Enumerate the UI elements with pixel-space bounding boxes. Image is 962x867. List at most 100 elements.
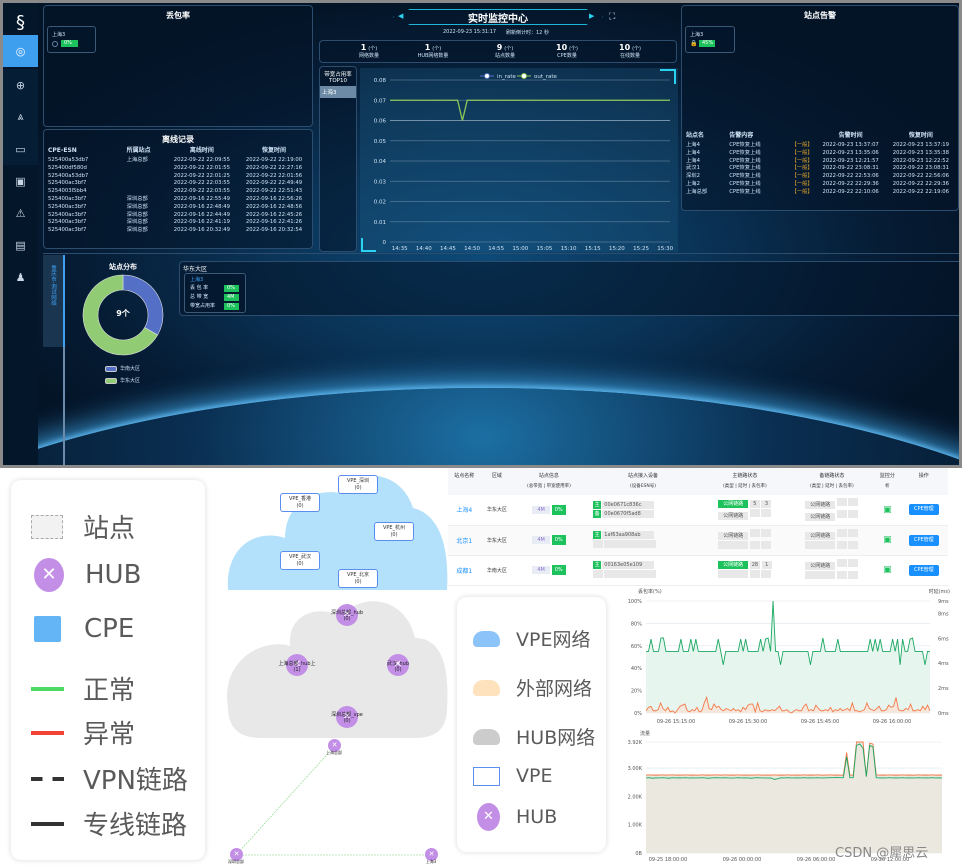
cell: 2022-09-22 22:53:06 xyxy=(822,173,879,180)
monitor-analysis-icon[interactable]: ▣ xyxy=(875,495,900,526)
link-latency xyxy=(749,529,760,537)
device-icon[interactable]: ▭ xyxy=(3,133,38,165)
node-name: VPE_北京 xyxy=(346,572,370,578)
site-name-link[interactable]: 北京1 xyxy=(448,525,481,556)
cpe-manage-button[interactable]: CPE管理 xyxy=(908,504,939,516)
cell: 2022-09-23 13:35:06 xyxy=(822,149,879,156)
table-row: 上海4 CPE恢复上线 【一般】 2022-09-23 13:37:07 2022-09… xyxy=(686,142,956,150)
y-tick-label: 1.00K xyxy=(628,823,643,829)
header-subtitle: (设备ESN号) xyxy=(629,484,657,489)
legend-label: VPE xyxy=(516,765,553,787)
node-count: (0) xyxy=(354,485,362,491)
stat-value: 1 xyxy=(424,43,431,52)
region-site-card[interactable]: 上海3 丢 包 率 0% 总 带 宽 4M 带宽占用率 0% xyxy=(184,273,246,313)
alarm-site-card[interactable]: 上海3 🔒 45% xyxy=(685,26,735,53)
panel-title: 站点告警 xyxy=(804,11,836,20)
y-tick-label-right: 4ms xyxy=(938,661,949,667)
vertical-tab[interactable]: 重庆市-测试网络 xyxy=(43,255,63,347)
list-item[interactable]: 上海3 xyxy=(320,86,356,98)
monitoring-dashboard: § ◎ ⊕ ⩓ ▭ ▣ ⚠ ▤ ♟ 丢包率 上海3 0% 离线记录 CPE-ES… xyxy=(0,0,962,468)
watermark: CSDN @犀思云 xyxy=(835,846,929,861)
vpe-node[interactable]: VPE_北京 (0) xyxy=(338,569,378,588)
device-esn: 1af63aa908ab xyxy=(602,530,655,539)
vpe-node[interactable]: VPE_深圳 (0) xyxy=(338,475,378,494)
legend-item-east[interactable]: 华东大区 xyxy=(105,377,140,384)
next-arrow-icon[interactable]: ▶ xyxy=(589,12,594,20)
col-header: CPE-ESN xyxy=(48,147,77,154)
normal-line-icon xyxy=(31,686,64,691)
table-row: 上海4 CPE恢复上线 【一般】 2022-09-23 13:35:06 2022-09… xyxy=(686,150,956,158)
cell: 525400ac3bf7 xyxy=(48,211,87,218)
legend-label: 华南大区 xyxy=(120,366,141,372)
cell: 525400df580d xyxy=(48,164,87,171)
y-tick-label: 0.02 xyxy=(374,200,386,206)
cell: 上海总部 xyxy=(126,157,148,163)
x-tick-label: 14:50 xyxy=(464,246,480,252)
region-metrics: 丢 包 率 0% 总 带 宽 4M 带宽占用率 0% xyxy=(190,284,239,311)
vpe-node[interactable]: VPE_杭州 (0) xyxy=(374,522,414,541)
cell: 2022-09-16 20:32:54 xyxy=(245,227,303,234)
table-row: 武汉1 CPE恢复上线 【一般】 2022-09-22 23:08:31 2022-09… xyxy=(686,165,956,173)
hub-icon: ✕ xyxy=(34,558,64,592)
alarm-level: 【一般】 xyxy=(791,188,813,195)
fullscreen-icon[interactable]: ⛶ xyxy=(609,12,615,22)
col-header xyxy=(789,130,816,142)
monitor-icon[interactable]: ▤ xyxy=(3,229,38,261)
legend-swatch xyxy=(105,365,117,372)
legend-site: 站点 xyxy=(31,508,135,545)
site-name-link[interactable]: 上海4 xyxy=(448,495,481,526)
bandwidth-badge: 4M xyxy=(532,505,551,514)
cell: 2022-09-23 12:22:52 xyxy=(892,157,950,164)
alarm-icon[interactable]: ⚠ xyxy=(3,197,38,229)
header-title: 主链路状态 xyxy=(732,473,758,479)
monitor-analysis-icon[interactable]: ▣ xyxy=(875,555,900,586)
cpe-manage-button[interactable]: CPE管理 xyxy=(908,534,939,546)
cpe-manage-button[interactable]: CPE管理 xyxy=(908,564,939,576)
y-tick-label: 3.00K xyxy=(628,766,643,772)
header-title: 操作 xyxy=(918,473,929,479)
dashboard-icon[interactable]: ◎ xyxy=(3,35,38,67)
vpe-node[interactable]: VPE_香港 (0) xyxy=(280,493,320,512)
legend-swatch xyxy=(105,377,117,384)
loss-site-card[interactable]: 上海3 0% xyxy=(47,26,96,53)
cell: 2022-09-22 22:01:25 xyxy=(173,172,231,179)
bandwidth-top10-list: 带宽占用率 TOP10 上海3 xyxy=(319,66,357,252)
cpe-manage-cell: CPE管理 xyxy=(899,555,948,586)
site-name-link[interactable]: 成都1 xyxy=(448,555,481,586)
cell: 2022-09-16 22:56:26 xyxy=(245,195,303,202)
y-tick-label-left: 20% xyxy=(631,689,642,695)
cell: 上海总部 xyxy=(686,188,708,195)
legend-label: HUB xyxy=(85,560,142,590)
vpn-line-icon xyxy=(31,776,64,781)
current-datetime: 2022-09-23 15:31:17 xyxy=(443,29,497,35)
cell: 525400a53db7 xyxy=(48,157,89,163)
monitor-analysis-icon[interactable]: ▣ xyxy=(875,525,900,556)
cell xyxy=(127,173,166,181)
node-name: 深圳总部_vpe xyxy=(331,712,363,718)
metric-row: 总 带 宽 4M xyxy=(190,293,239,302)
cell: 2022-09-22 22:27:16 xyxy=(245,164,303,171)
vertical-tab-label: 重庆市-测试网络 xyxy=(50,265,56,306)
device-role-badge: 主 xyxy=(592,530,601,539)
cell: CPE恢复上线 xyxy=(729,188,761,195)
node-name: 武汉_hub xyxy=(386,661,410,667)
layout-icon[interactable]: ▣ xyxy=(3,165,38,197)
usage-badge: 0% xyxy=(551,565,566,575)
y-tick-label-left: 60% xyxy=(631,644,642,650)
legend-item-south[interactable]: 华南大区 xyxy=(105,365,140,372)
globe-icon[interactable]: ⊕ xyxy=(3,69,38,101)
link-type xyxy=(718,541,749,549)
latency-area xyxy=(646,601,930,713)
prev-arrow-icon[interactable]: ◀ xyxy=(398,12,403,20)
node-count: (0) xyxy=(394,667,402,673)
site-info-cell: 4M 0% xyxy=(513,495,585,526)
donut-slice-south xyxy=(122,274,164,336)
col-header: 监控分析 xyxy=(875,468,900,495)
vpe-node[interactable]: VPE_武汉 (0) xyxy=(280,551,320,570)
y-tick-label: 0.07 xyxy=(374,98,387,104)
col-header: 备链路状态 (类型 | 延时 | 丢包率) xyxy=(788,468,876,495)
topology-icon[interactable]: ⩓ xyxy=(3,101,38,133)
x-tick-label: 15:30 xyxy=(657,246,673,252)
site-table: 站点名称 区域 站点信息 (总带宽 | 带宽使用率) 站点接入设备 (设备ESN号) 主链路… xyxy=(448,468,948,586)
user-icon[interactable]: ♟ xyxy=(3,261,38,293)
